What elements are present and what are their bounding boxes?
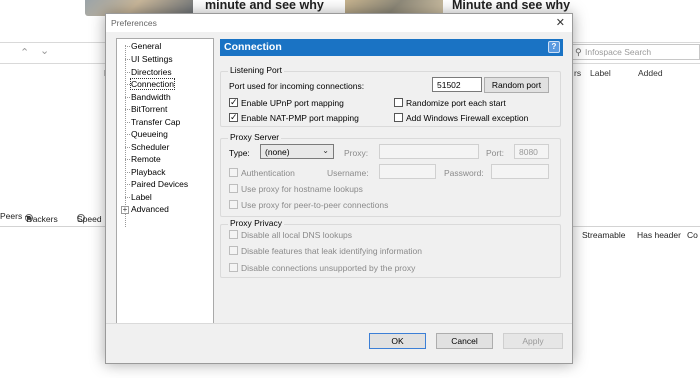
p2p-proxy-label: Use proxy for peer-to-peer connections: [241, 200, 389, 210]
type-label: Type:: [229, 148, 250, 158]
tree-connector: [125, 184, 130, 185]
port-input[interactable]: 51502: [432, 77, 482, 92]
group-title: Listening Port: [228, 65, 284, 75]
tree-item-advanced[interactable]: Advanced: [131, 204, 169, 214]
tree-connector: [125, 172, 130, 173]
tree-item-directories[interactable]: Directories: [131, 67, 172, 77]
tree-connector: [125, 147, 130, 148]
natpmp-label: Enable NAT-PMP port mapping: [241, 113, 359, 123]
firewall-label: Add Windows Firewall exception: [406, 113, 529, 123]
chevron-down-icon: ⌄: [322, 146, 329, 155]
firewall-checkbox[interactable]: [394, 113, 403, 122]
password-input[interactable]: [491, 164, 549, 179]
tree-item-bandwidth[interactable]: Bandwidth: [131, 92, 171, 102]
p2p-proxy-checkbox[interactable]: [229, 200, 238, 209]
check-icon: ✓: [230, 97, 238, 107]
proxy-port-input[interactable]: 8080: [514, 144, 549, 159]
leak-features-checkbox[interactable]: [229, 246, 238, 255]
port-label: Port:: [486, 148, 504, 158]
tree-item-label[interactable]: Label: [131, 192, 152, 202]
close-icon[interactable]: ✕: [556, 16, 565, 29]
unsupported-connections-checkbox[interactable]: [229, 263, 238, 272]
column-header-fragment[interactable]: Co: [687, 230, 698, 240]
group-title: Proxy Server: [228, 132, 282, 142]
tree-connector: [125, 46, 130, 47]
tree-item-bittorrent[interactable]: BitTorrent: [131, 104, 167, 114]
column-header-has-header[interactable]: Has header: [637, 230, 681, 240]
ad-headline: minute and see why: [205, 0, 324, 12]
hostname-lookups-checkbox[interactable]: [229, 184, 238, 193]
apply-button[interactable]: Apply: [503, 333, 563, 349]
ok-button[interactable]: OK: [369, 333, 426, 349]
tree-connector: [125, 59, 130, 60]
tree-item-playback[interactable]: Playback: [131, 167, 166, 177]
upnp-checkbox[interactable]: ✓: [229, 97, 238, 107]
search-input[interactable]: ⚲ Infospace Search: [570, 44, 700, 60]
dialog-title: Preferences: [111, 18, 157, 28]
hostname-lookups-label: Use proxy for hostname lookups: [241, 184, 363, 194]
proxy-type-value: (none): [265, 147, 290, 157]
tab-peers[interactable]: Peers: [0, 211, 22, 221]
tree-item-connection[interactable]: Connection: [129, 78, 176, 90]
username-input[interactable]: [379, 164, 436, 179]
section-header: Connection ?: [220, 39, 563, 56]
expand-icon[interactable]: +: [121, 206, 129, 214]
tree-item-remote[interactable]: Remote: [131, 154, 161, 164]
unsupported-connections-label: Disable connections unsupported by the p…: [241, 263, 416, 273]
randomize-checkbox[interactable]: [394, 98, 403, 107]
random-port-button[interactable]: Random port: [484, 77, 549, 93]
tree-connector: [125, 97, 130, 98]
column-header-label[interactable]: Label: [590, 68, 611, 78]
proxy-label: Proxy:: [344, 148, 369, 158]
group-title: Proxy Privacy: [228, 218, 284, 228]
cancel-button[interactable]: Cancel: [436, 333, 493, 349]
authentication-label: Authentication: [241, 168, 295, 178]
proxy-type-select[interactable]: (none) ⌄: [260, 144, 334, 159]
dialog-titlebar[interactable]: Preferences ✕: [106, 14, 572, 32]
leak-features-label: Disable features that leak identifying i…: [241, 246, 422, 256]
search-icon: ⚲: [575, 47, 582, 57]
tree-connector: [125, 122, 130, 123]
tree-item-scheduler[interactable]: Scheduler: [131, 142, 169, 152]
preferences-dialog: Preferences ✕ General UI Settings Direct…: [105, 13, 573, 364]
chevron-down-icon[interactable]: ⌄: [40, 44, 49, 57]
check-icon: ✓: [230, 112, 238, 122]
column-header-added[interactable]: Added: [638, 68, 663, 78]
dns-lookups-label: Disable all local DNS lookups: [241, 230, 353, 240]
natpmp-checkbox[interactable]: ✓: [229, 112, 238, 122]
tree-connector: [125, 84, 130, 85]
username-label: Username:: [327, 168, 369, 178]
tree-item-ui-settings[interactable]: UI Settings: [131, 54, 173, 64]
ad-headline: Minute and see why: [452, 0, 571, 12]
tree-item-paired-devices[interactable]: Paired Devices: [131, 179, 188, 189]
randomize-label: Randomize port each start: [406, 98, 506, 108]
tree-connector: [125, 159, 130, 160]
tree-item-general[interactable]: General: [131, 41, 161, 51]
tree-connector: [125, 72, 130, 73]
proxy-host-input[interactable]: [379, 144, 479, 159]
upnp-label: Enable UPnP port mapping: [241, 98, 344, 108]
tree-connector: [125, 134, 130, 135]
preferences-tree: General UI Settings Directories Connecti…: [116, 38, 214, 325]
tree-item-queueing[interactable]: Queueing: [131, 129, 168, 139]
port-label: Port used for incoming connections:: [229, 81, 365, 91]
authentication-checkbox[interactable]: [229, 168, 238, 177]
search-placeholder: Infospace Search: [585, 47, 652, 57]
column-header-fragment[interactable]: rs: [574, 68, 581, 78]
tree-connector: [125, 109, 130, 110]
dns-lookups-checkbox[interactable]: [229, 230, 238, 239]
tree-connector: [125, 197, 130, 198]
section-title: Connection: [224, 41, 282, 53]
help-icon[interactable]: ?: [548, 41, 560, 53]
chevron-up-icon[interactable]: ⌃: [20, 46, 29, 59]
column-header-streamable[interactable]: Streamable: [582, 230, 625, 240]
password-label: Password:: [444, 168, 484, 178]
tree-item-transfer-cap[interactable]: Transfer Cap: [131, 117, 180, 127]
